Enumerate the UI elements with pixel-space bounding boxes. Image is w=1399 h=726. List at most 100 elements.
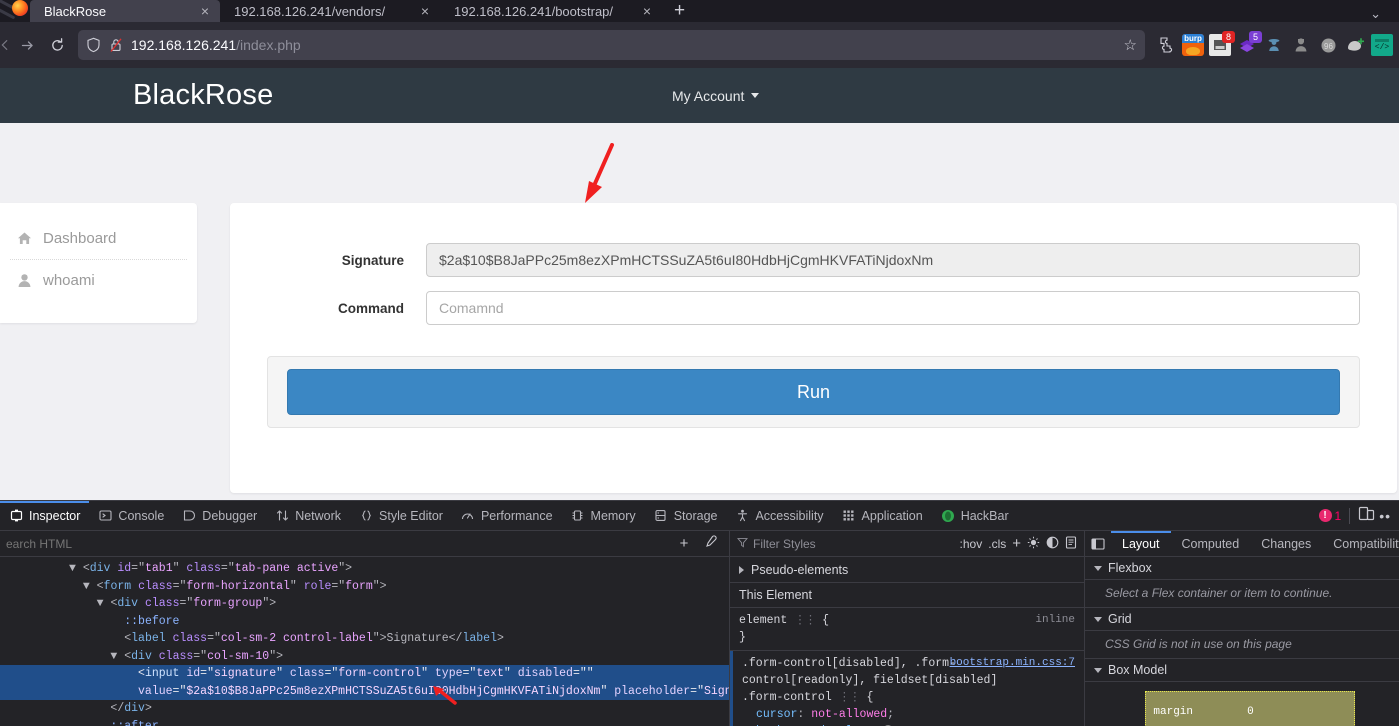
- devtools-toolbar-right: ! 1 ••: [1318, 505, 1399, 527]
- add-rule-button[interactable]: +: [1012, 535, 1021, 552]
- box-model-margin[interactable]: margin 0: [1145, 691, 1356, 726]
- error-count-badge[interactable]: ! 1: [1318, 509, 1341, 523]
- wappalyzer-icon[interactable]: 8: [1209, 31, 1235, 56]
- markup-token-punct: ": [172, 562, 187, 575]
- devtools-tab-performance[interactable]: Performance: [452, 501, 562, 531]
- signature-input[interactable]: $2a$10$B8JaPPc25m8ezXPmHCTSSuZA5t6uI80Hd…: [426, 243, 1360, 277]
- markup-line[interactable]: ▼ <div id="tab1" class="tab-pane active"…: [0, 560, 729, 578]
- web-page: BlackRose My Account Dashboard whoami Si…: [0, 68, 1399, 500]
- layout-tab-compatibility[interactable]: Compatibility: [1322, 531, 1399, 557]
- css-property-cursor[interactable]: cursor: [742, 708, 797, 721]
- markup-line[interactable]: ::after: [0, 718, 729, 726]
- devtools-tab-hackbar[interactable]: HackBar: [932, 501, 1018, 531]
- devtools-more-menu-icon[interactable]: ••: [1379, 508, 1391, 524]
- search-input[interactable]: [6, 536, 671, 551]
- foxyproxy-icon[interactable]: [1344, 34, 1366, 56]
- flexbox-section-header[interactable]: Flexbox: [1085, 557, 1399, 580]
- new-tab-button[interactable]: +: [662, 0, 697, 22]
- cls-button[interactable]: .cls: [988, 537, 1006, 551]
- flexbox-note: Select a Flex container or item to conti…: [1085, 580, 1399, 608]
- gray-circle-icon[interactable]: 96: [1317, 34, 1339, 56]
- bookmark-star-icon[interactable]: ☆: [1124, 36, 1137, 54]
- markup-token-punct: ">: [372, 632, 387, 645]
- devtools-tab-console[interactable]: Console: [89, 501, 173, 531]
- privacy-badger-icon[interactable]: [1290, 34, 1312, 56]
- devtools-tab-inspector[interactable]: Inspector: [0, 500, 90, 531]
- devtools-tab-storage[interactable]: Storage: [645, 501, 727, 531]
- user-agent-switcher-icon[interactable]: [1263, 34, 1285, 56]
- devtools-tab-label: Accessibility: [755, 508, 824, 523]
- layout-tab-computed[interactable]: Computed: [1171, 531, 1251, 557]
- box-model-margin-top-value[interactable]: 0: [1146, 706, 1354, 718]
- tab-close-icon[interactable]: ×: [198, 4, 212, 18]
- burp-suite-icon[interactable]: burp: [1182, 34, 1204, 56]
- dark-mode-icon[interactable]: [1046, 536, 1059, 552]
- command-input[interactable]: Comamnd: [426, 291, 1360, 325]
- markup-view[interactable]: ▼ <div id="tab1" class="tab-pane active"…: [0, 557, 729, 726]
- firefox-logo-icon: [0, 0, 30, 22]
- url-bar[interactable]: 192.168.126.241/index.php ☆: [78, 30, 1145, 60]
- rule-selector[interactable]: element: [739, 614, 787, 627]
- content-card: Signature $2a$10$B8JaPPc25m8ezXPmHCTSSuZ…: [230, 203, 1397, 493]
- pseudo-elements-section[interactable]: Pseudo-elements: [730, 557, 1084, 583]
- markup-line[interactable]: <label class="col-sm-2 control-label">Si…: [0, 630, 729, 648]
- devtools-tab-memory[interactable]: Memory: [562, 501, 645, 531]
- devtools-tab-network[interactable]: Network: [266, 501, 350, 531]
- browser-tab-2[interactable]: 192.168.126.241/bootstrap/ ×: [440, 0, 662, 22]
- element-inline-rule[interactable]: inline element ⋮⋮ { }: [730, 608, 1084, 651]
- url-text[interactable]: 192.168.126.241/index.php: [131, 37, 1116, 53]
- markup-line[interactable]: ▼ <form class="form-horizontal" role="fo…: [0, 578, 729, 596]
- devtools-tab-debugger[interactable]: Debugger: [173, 501, 266, 531]
- filter-styles-box[interactable]: Filter Styles: [737, 537, 954, 551]
- back-arrow-icon[interactable]: [0, 30, 12, 60]
- toggle-sidebar-icon[interactable]: [1085, 537, 1111, 551]
- forward-arrow-icon[interactable]: [12, 30, 42, 60]
- hackbar-code-icon[interactable]: </>: [1371, 34, 1393, 56]
- grid-section-header[interactable]: Grid: [1085, 608, 1399, 631]
- this-element-label: This Element: [739, 588, 812, 602]
- markup-token-punct: [138, 597, 145, 610]
- add-node-icon[interactable]: +: [671, 535, 697, 552]
- site-brand[interactable]: BlackRose: [133, 79, 273, 112]
- chevron-right-icon: [739, 565, 744, 574]
- markup-token-punct: =": [324, 667, 339, 680]
- run-button[interactable]: Run: [287, 369, 1340, 415]
- devtools-tab-style-editor[interactable]: Style Editor: [350, 501, 452, 531]
- devtools-tab-application[interactable]: Application: [833, 501, 932, 531]
- hov-button[interactable]: :hov: [960, 537, 983, 551]
- url-path: /index.php: [236, 37, 301, 53]
- markup-line-selected[interactable]: value="$2a$10$B8JaPPc25m8ezXPmHCTSSuZA5t…: [0, 682, 729, 700]
- markup-token-punct: [166, 632, 173, 645]
- sidebar-item-dashboard[interactable]: Dashboard: [0, 221, 197, 256]
- print-media-icon[interactable]: [1065, 535, 1077, 552]
- stylesheet-source-link[interactable]: bootstrap.min.css:7: [950, 655, 1075, 672]
- css-value-cursor[interactable]: not-allowed: [811, 708, 887, 721]
- box-model-section-header[interactable]: Box Model: [1085, 659, 1399, 682]
- layout-tab-layout[interactable]: Layout: [1111, 530, 1171, 557]
- markup-line-selected[interactable]: <input id="signature" class="form-contro…: [0, 665, 729, 683]
- light-mode-icon[interactable]: [1027, 536, 1040, 552]
- sidebar-item-whoami[interactable]: whoami: [0, 263, 197, 298]
- tab-close-icon[interactable]: ×: [418, 4, 432, 18]
- my-account-dropdown[interactable]: My Account: [672, 68, 760, 123]
- layout-tab-changes[interactable]: Changes: [1250, 531, 1322, 557]
- insecure-lock-icon[interactable]: [109, 37, 123, 53]
- markup-line[interactable]: ▼ <div class="form-group">: [0, 595, 729, 613]
- markup-token-attr: class: [172, 632, 208, 645]
- markup-line[interactable]: ::before: [0, 613, 729, 631]
- purple-stack-icon[interactable]: 5: [1236, 31, 1262, 56]
- tab-close-icon[interactable]: ×: [640, 4, 654, 18]
- list-all-tabs-chevron-down-icon[interactable]: ⌄: [1360, 6, 1391, 22]
- browser-tab-1[interactable]: 192.168.126.241/vendors/ ×: [220, 0, 440, 22]
- responsive-design-mode-icon[interactable]: [1358, 505, 1375, 527]
- extensions-puzzle-icon[interactable]: [1155, 34, 1177, 56]
- browser-tab-0[interactable]: BlackRose ×: [30, 0, 220, 22]
- eyedropper-icon[interactable]: [697, 534, 723, 553]
- tracking-protection-shield-icon[interactable]: [86, 37, 101, 53]
- markup-token-punct: ": [289, 579, 304, 593]
- markup-line[interactable]: </div>: [0, 700, 729, 718]
- reload-icon[interactable]: [42, 30, 72, 60]
- bootstrap-rule[interactable]: bootstrap.min.css:7 .form-control[disabl…: [730, 651, 1084, 726]
- devtools-tab-accessibility[interactable]: Accessibility: [726, 501, 832, 531]
- markup-line[interactable]: ▼ <div class="col-sm-10">: [0, 648, 729, 666]
